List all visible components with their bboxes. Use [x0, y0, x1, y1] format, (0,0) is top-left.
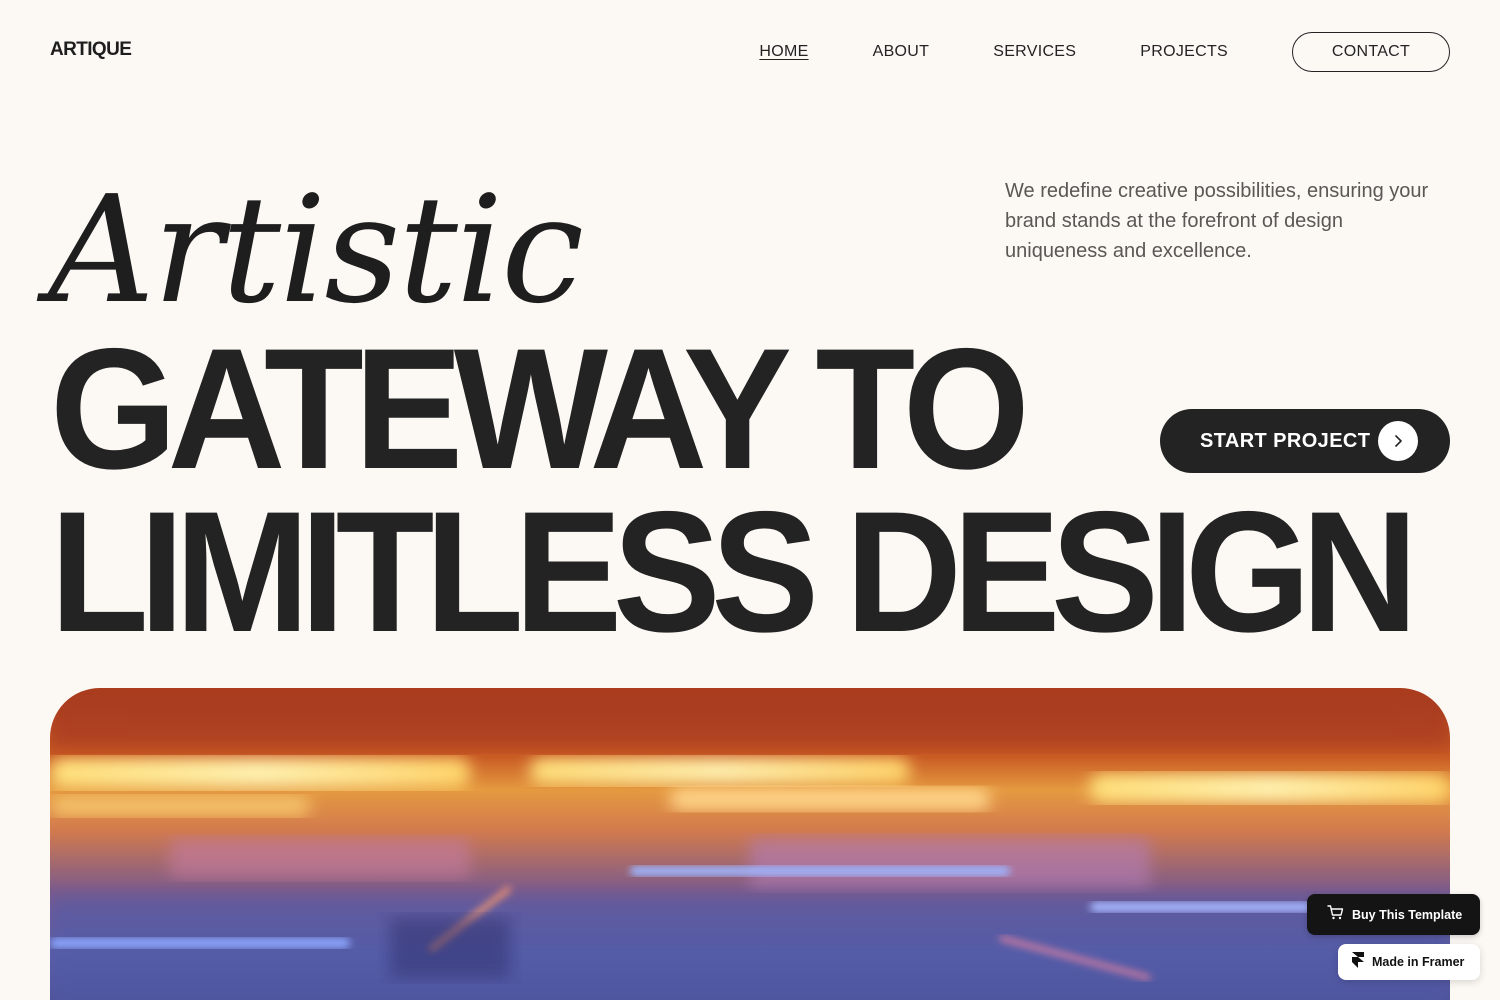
chevron-right-icon — [1378, 421, 1418, 461]
buy-template-label: Buy This Template — [1352, 907, 1463, 922]
nav-home[interactable]: HOME — [759, 43, 808, 61]
headline-line-2: LIMITLESS DESIGN — [50, 476, 1418, 668]
nav-about[interactable]: ABOUT — [873, 43, 930, 61]
headline-line-1: GATEWAY TO — [50, 313, 1030, 505]
nav-services[interactable]: SERVICES — [993, 43, 1076, 61]
cart-icon — [1327, 904, 1344, 925]
main-nav: HOME ABOUT SERVICES PROJECTS CONTACT — [695, 32, 1450, 72]
brand-logo[interactable]: ARTIQUE — [50, 39, 132, 61]
hero-image-art — [50, 688, 1450, 1000]
landing-page: ARTIQUE HOME ABOUT SERVICES PROJECTS CON… — [0, 0, 1500, 1000]
contact-button[interactable]: CONTACT — [1292, 32, 1450, 72]
framer-logo-icon — [1352, 951, 1364, 973]
hero-image — [50, 688, 1450, 1000]
hero-script-word: Artistic — [48, 164, 584, 336]
start-project-label: START PROJECT — [1200, 429, 1371, 452]
nav-projects[interactable]: PROJECTS — [1140, 43, 1228, 61]
made-in-framer-badge[interactable]: Made in Framer — [1338, 944, 1480, 980]
start-project-button[interactable]: START PROJECT — [1160, 409, 1450, 473]
hero-tagline: We redefine creative possibilities, ensu… — [1005, 180, 1429, 262]
made-in-framer-label: Made in Framer — [1372, 955, 1465, 969]
buy-template-button[interactable]: Buy This Template — [1307, 894, 1480, 935]
